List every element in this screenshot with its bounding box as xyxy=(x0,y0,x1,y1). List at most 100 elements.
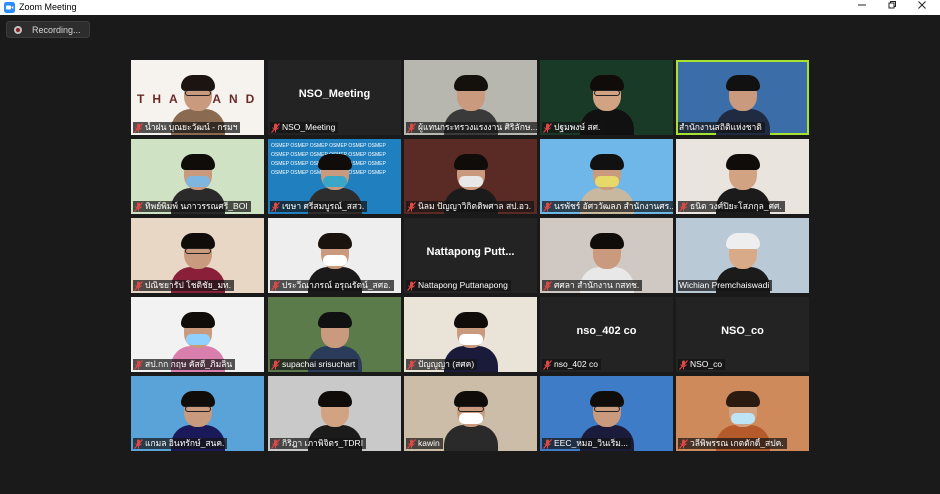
participant-name-label: EEC_หมอ_วินเริ่ม... xyxy=(542,438,631,449)
participant-name: ปฐมพงษ์ สศ. xyxy=(554,122,601,132)
participant-name-label: ปณิชยารัป โชติชัย_มท. xyxy=(133,280,235,291)
muted-mic-icon xyxy=(134,359,143,370)
participant-name: กิริฎา เภาพิจิตร_TDRI xyxy=(282,438,364,448)
participant-tile[interactable]: แกมล อินทรักษ์_สนค. xyxy=(131,376,264,451)
participant-name: นรพัชร์ อัศววัฒลภ สำนักงานศร... xyxy=(554,201,673,211)
participant-name: สำนักงานสถิติแห่งชาติ xyxy=(679,122,762,132)
participant-name-label: supachai srisuchart xyxy=(270,359,359,370)
recording-indicator[interactable]: Recording... xyxy=(6,21,90,38)
participant-tile[interactable]: ปัญญูญา (สศค) xyxy=(404,297,537,372)
participant-tile[interactable]: ศศลา สำนักงาน กสทช. xyxy=(540,218,673,293)
maximize-button[interactable] xyxy=(878,0,906,15)
participant-name-label: ทิพย์พิมพ์ นภาวรรณศรี_BOI xyxy=(133,201,251,212)
participant-name: ผู้แทนกระทรวงแรงงาน ศิริลักษ... xyxy=(418,122,537,132)
participant-figure xyxy=(443,391,498,451)
participant-name-label: ธนิต วงศ์ปิยะโสภกุล_ศศ. xyxy=(678,201,785,212)
participant-name: แกมล อินทรักษ์_สนค. xyxy=(145,438,225,448)
window-title: Zoom Meeting xyxy=(19,2,77,12)
participant-name: วลีพิพรรณ เกตตักดิ์_สปค. xyxy=(690,438,784,448)
muted-mic-icon xyxy=(543,201,552,212)
participant-tile[interactable]: สป.กก กฤษ คัสตี_ภิมลิน xyxy=(131,297,264,372)
participant-name-label: น้ำฝน บุณยะวัฒน์ - กรมฯ xyxy=(133,122,241,133)
muted-mic-icon xyxy=(134,201,143,212)
participant-name-label: Wichian Premchaiswadi xyxy=(678,280,773,291)
participant-tile[interactable]: นิลม ปัญญาวิกิตติพศาล สป.อว. xyxy=(404,139,537,214)
muted-mic-icon xyxy=(543,438,552,449)
participant-name: Wichian Premchaiswadi xyxy=(679,280,770,290)
participant-name: NSO_co xyxy=(690,359,723,369)
participant-name-label: ประวีณาภรณ์ อรุณรัตน์_สศอ. xyxy=(270,280,394,291)
participant-display-name: NSO_co xyxy=(721,325,764,337)
participant-name: ปณิชยารัป โชติชัย_มท. xyxy=(145,280,232,290)
participant-name-label: Nattapong Puttanapong xyxy=(406,280,511,291)
participant-tile[interactable]: กิริฎา เภาพิจิตร_TDRI xyxy=(268,376,401,451)
muted-mic-icon xyxy=(407,438,416,449)
close-button[interactable] xyxy=(908,0,936,15)
participant-name-label: แกมล อินทรักษ์_สนค. xyxy=(133,438,228,449)
participant-name-label: นิลม ปัญญาวิกิตติพศาล สป.อว. xyxy=(406,201,535,212)
close-icon xyxy=(918,1,926,9)
zoom-app-icon xyxy=(4,2,15,13)
participant-name: nso_402 co xyxy=(554,359,598,369)
participant-name: ธนิต วงศ์ปิยะโสภกุล_ศศ. xyxy=(690,201,782,211)
participant-name: ทิพย์พิมพ์ นภาวรรณศรี_BOI xyxy=(145,201,248,211)
muted-mic-icon xyxy=(271,438,280,449)
muted-mic-icon xyxy=(543,280,552,291)
muted-mic-icon xyxy=(271,359,280,370)
participant-tile[interactable]: ทิพย์พิมพ์ นภาวรรณศรี_BOI xyxy=(131,139,264,214)
participant-name-label: นรพัชร์ อัศววัฒลภ สำนักงานศร... xyxy=(542,201,673,212)
minimize-button[interactable] xyxy=(848,0,876,15)
participant-tile[interactable]: วลีพิพรรณ เกตตักดิ์_สปค. xyxy=(676,376,809,451)
participant-tile[interactable]: ปณิชยารัป โชติชัย_มท. xyxy=(131,218,264,293)
participant-tile[interactable]: ธนิต วงศ์ปิยะโสภกุล_ศศ. xyxy=(676,139,809,214)
muted-mic-icon xyxy=(407,359,416,370)
participant-name-label: NSO_Meeting xyxy=(270,122,339,133)
participant-name: นิลม ปัญญาวิกิตติพศาล สป.อว. xyxy=(418,201,532,211)
participant-tile[interactable]: OSMEP OSMEP OSMEP OSMEP OSMEP OSMEP OSME… xyxy=(268,139,401,214)
participant-display-name: nso_402 co xyxy=(576,325,637,337)
participant-display-name: NSO_Meeting xyxy=(298,88,371,100)
participant-tile[interactable]: NSO_Meeting NSO_Meeting xyxy=(268,60,401,135)
participant-tile[interactable]: Nattapong Putt... Nattapong Puttanapong xyxy=(404,218,537,293)
record-icon xyxy=(14,26,22,34)
muted-mic-icon xyxy=(134,122,143,133)
participant-tile[interactable]: THAILANDน้ำฝน บุณยะวัฒน์ - กรมฯ xyxy=(131,60,264,135)
recording-label: Recording... xyxy=(32,25,81,35)
participant-tile[interactable]: kawin xyxy=(404,376,537,451)
participant-name: เขษา ศรีสมบูรณ์_สสว. xyxy=(282,201,365,211)
muted-mic-icon xyxy=(271,201,280,212)
participant-name-label: ผู้แทนกระทรวงแรงงาน ศิริลักษ... xyxy=(406,122,537,133)
muted-mic-icon xyxy=(679,359,688,370)
muted-mic-icon xyxy=(271,280,280,291)
participant-name-label: ปฐมพงษ์ สศ. xyxy=(542,122,604,133)
participant-tile[interactable]: ผู้แทนกระทรวงแรงงาน ศิริลักษ... xyxy=(404,60,537,135)
participant-tile[interactable]: supachai srisuchart xyxy=(268,297,401,372)
participant-tile[interactable]: นรพัชร์ อัศววัฒลภ สำนักงานศร... xyxy=(540,139,673,214)
participant-name-label: ปัญญูญา (สศค) xyxy=(406,359,478,370)
participant-tile[interactable]: ปฐมพงษ์ สศ. xyxy=(540,60,673,135)
muted-mic-icon xyxy=(134,438,143,449)
title-bar: Zoom Meeting xyxy=(0,0,940,15)
participant-tile[interactable]: NSO_co NSO_co xyxy=(676,297,809,372)
participant-name-label: เขษา ศรีสมบูรณ์_สสว. xyxy=(270,201,368,212)
participant-name: น้ำฝน บุณยะวัฒน์ - กรมฯ xyxy=(145,122,238,132)
participant-name-label: NSO_co xyxy=(678,359,726,370)
participant-name: ประวีณาภรณ์ อรุณรัตน์_สศอ. xyxy=(282,280,391,290)
participant-tile[interactable]: EEC_หมอ_วินเริ่ม... xyxy=(540,376,673,451)
muted-mic-icon xyxy=(543,122,552,133)
participant-name: kawin xyxy=(418,438,440,448)
participant-name-label: nso_402 co xyxy=(542,359,601,370)
muted-mic-icon xyxy=(134,280,143,291)
participant-tile[interactable]: ประวีณาภรณ์ อรุณรัตน์_สศอ. xyxy=(268,218,401,293)
participant-name: สป.กก กฤษ คัสตี_ภิมลิน xyxy=(145,359,233,369)
muted-mic-icon xyxy=(407,201,416,212)
muted-mic-icon xyxy=(407,280,416,291)
participant-tile[interactable]: Wichian Premchaiswadi xyxy=(676,218,809,293)
participant-display-name: Nattapong Putt... xyxy=(426,246,515,258)
participant-name-label: กิริฎา เภาพิจิตร_TDRI xyxy=(270,438,367,449)
participant-tile[interactable]: สำนักงานสถิติแห่งชาติ xyxy=(676,60,809,135)
muted-mic-icon xyxy=(679,438,688,449)
muted-mic-icon xyxy=(543,359,552,370)
participant-tile[interactable]: nso_402 co nso_402 co xyxy=(540,297,673,372)
minimize-icon xyxy=(858,4,866,6)
